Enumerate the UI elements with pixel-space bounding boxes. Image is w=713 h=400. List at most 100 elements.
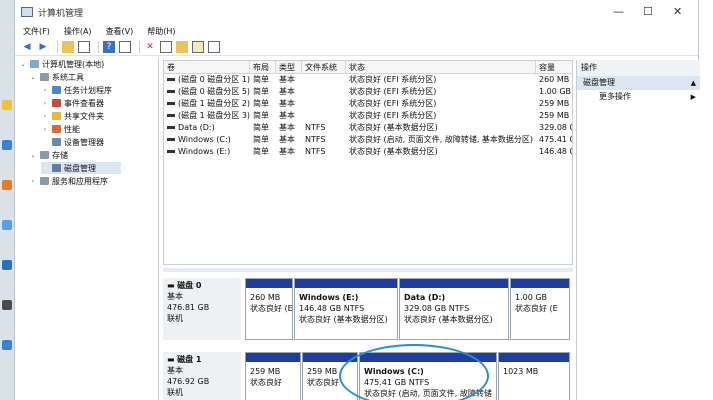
highlight-annotation <box>339 344 489 400</box>
table-row[interactable]: (磁盘 0 磁盘分区 5) 简单 基本 状态良好 (EFI 系统分区) 1.00… <box>164 86 572 98</box>
cell-layout: 简单 <box>253 111 269 120</box>
twisty-icon[interactable]: › <box>29 178 37 185</box>
volume-icon <box>167 114 175 117</box>
cell-status: 状态良好 (EFI 系统分区) <box>349 99 437 108</box>
delete-icon[interactable]: ✕ <box>144 41 156 53</box>
table-row[interactable]: Windows (E:) 简单 基本 NTFS 状态良好 (基本数据分区) 14… <box>164 146 572 158</box>
cell-filesystem <box>302 74 346 86</box>
toolbar: ◀ ▶ ? ✕ <box>15 38 698 56</box>
forward-arrow-icon[interactable]: ▶ <box>37 41 49 53</box>
table-row[interactable]: (磁盘 1 磁盘分区 3) 简单 基本 状态良好 (EFI 系统分区) 259 … <box>164 110 572 122</box>
properties-icon[interactable] <box>119 40 131 53</box>
submenu-arrow-icon: ▶ <box>690 93 696 101</box>
partition[interactable]: 260 MB 状态良好 (EFI <box>245 278 293 340</box>
partition[interactable]: Data (D:) 329.08 GB NTFS 状态良好 (基本数据分区) <box>399 278 509 340</box>
cell-capacity: 259 MB <box>539 99 570 108</box>
twisty-icon[interactable]: ⌄ <box>19 61 27 68</box>
up-folder-icon[interactable] <box>62 40 74 53</box>
network-icon[interactable] <box>2 340 12 350</box>
twisty-icon[interactable]: ⌄ <box>29 152 37 159</box>
help-icon[interactable]: ? <box>103 40 115 53</box>
tree-item-computer-management[interactable]: ⌄ 计算机管理(本地) <box>19 58 104 70</box>
partition-status: 状态良好 (EFI <box>250 304 292 313</box>
shared-folder-icon <box>52 112 61 120</box>
tree-item-label: 性能 <box>64 124 80 134</box>
cell-filesystem <box>302 98 346 110</box>
menu-view[interactable]: 查看(V) <box>106 26 134 37</box>
open-folder-icon[interactable] <box>176 40 188 53</box>
disk-management-icon <box>52 164 61 172</box>
tree-item-task-scheduler[interactable]: › 任务计划程序 <box>41 84 112 96</box>
column-type[interactable]: 类型 <box>276 61 302 74</box>
column-status[interactable]: 状态 <box>346 61 536 74</box>
title-bar: 计算机管理 — ☐ ✕ <box>15 0 698 24</box>
folder-icon[interactable] <box>2 140 12 150</box>
partition-status: 状态良好 (基本数据分区) <box>404 315 493 324</box>
disk-icon: ▬ <box>167 355 178 364</box>
tree-item-system-tools[interactable]: ⌄ 系统工具 <box>29 71 84 83</box>
event-viewer-icon <box>52 99 61 107</box>
tree-item-disk-management[interactable]: 磁盘管理 <box>41 162 121 174</box>
app-icon[interactable] <box>2 180 12 190</box>
column-capacity[interactable]: 容量 <box>536 61 572 74</box>
back-arrow-icon[interactable]: ◀ <box>21 41 33 53</box>
cell-volume: Data (D:) <box>178 123 215 132</box>
volume-list: 卷 布局 类型 文件系统 状态 容量 (磁盘 0 磁盘分区 1) 简单 基本 状… <box>163 60 573 265</box>
table-row[interactable]: Data (D:) 简单 基本 NTFS 状态良好 (基本数据分区) 329.0… <box>164 122 572 134</box>
table-row[interactable]: (磁盘 1 磁盘分区 2) 简单 基本 状态良好 (EFI 系统分区) 259 … <box>164 98 572 110</box>
computer-management-window: 计算机管理 — ☐ ✕ 文件(F) 操作(A) 查看(V) 帮助(H) ◀ ▶ … <box>14 0 700 400</box>
more-actions-item[interactable]: 更多操作 ▶ <box>577 90 700 104</box>
twisty-icon[interactable]: › <box>41 126 49 133</box>
cloud-icon[interactable] <box>2 220 12 230</box>
table-row[interactable]: Windows (C:) 简单 基本 NTFS 状态良好 (启动, 页面文件, … <box>164 134 572 146</box>
partition[interactable]: 1.00 GB 状态良好 (E <box>510 278 570 340</box>
document-icon[interactable] <box>192 40 204 53</box>
cell-status: 状态良好 (基本数据分区) <box>349 147 438 156</box>
checklist-icon[interactable] <box>160 40 172 53</box>
view-icon[interactable] <box>208 40 220 53</box>
cell-filesystem <box>302 86 346 98</box>
star-icon[interactable] <box>2 100 12 110</box>
twisty-icon[interactable]: › <box>41 100 49 107</box>
twisty-icon[interactable]: › <box>41 113 49 120</box>
column-filesystem[interactable]: 文件系统 <box>302 61 346 74</box>
cell-type: 基本 <box>279 99 295 108</box>
actions-section-disk-management[interactable]: 磁盘管理 ▲ <box>577 76 700 90</box>
partition-bar <box>400 279 508 288</box>
desktop-strip <box>0 0 14 400</box>
disk-0[interactable]: ▬ 磁盘 0 基本 476.81 GB 联机 260 MB 状态良好 (EFI … <box>163 278 573 344</box>
maximize-button[interactable]: ☐ <box>643 5 653 18</box>
cloud-icon[interactable] <box>2 260 12 270</box>
column-volume[interactable]: 卷 <box>164 61 250 74</box>
partition-bar <box>499 353 569 362</box>
collapse-arrow-icon[interactable]: ▲ <box>691 76 696 90</box>
column-layout[interactable]: 布局 <box>250 61 276 74</box>
tree-item-performance[interactable]: › 性能 <box>41 123 80 135</box>
partition[interactable]: 1023 MB <box>498 352 570 400</box>
cell-volume: (磁盘 0 磁盘分区 1) <box>178 75 250 84</box>
twisty-icon[interactable]: › <box>41 87 49 94</box>
cell-volume: Windows (E:) <box>178 147 231 156</box>
partition[interactable]: 259 MB 状态良好 <box>245 352 301 400</box>
menu-action[interactable]: 操作(A) <box>64 26 92 37</box>
show-hide-tree-icon[interactable] <box>78 40 90 53</box>
menu-help[interactable]: 帮助(H) <box>147 26 175 37</box>
minimize-button[interactable]: — <box>613 5 624 18</box>
cell-capacity: 475.41 GB <box>539 135 572 144</box>
monitor-icon[interactable] <box>2 300 12 310</box>
twisty-icon[interactable]: ⌄ <box>29 74 37 81</box>
close-button[interactable]: ✕ <box>673 5 682 18</box>
cell-layout: 简单 <box>253 87 269 96</box>
menu-file[interactable]: 文件(F) <box>23 26 50 37</box>
partition[interactable]: Windows (E:) 146.48 GB NTFS 状态良好 (基本数据分区… <box>294 278 398 340</box>
disk-size: 476.92 GB <box>167 377 210 386</box>
tree-item-event-viewer[interactable]: › 事件查看器 <box>41 97 104 109</box>
tree-item-storage[interactable]: ⌄ 存储 <box>29 149 68 161</box>
tree-item-services-apps[interactable]: › 服务和应用程序 <box>29 175 108 187</box>
table-row[interactable]: (磁盘 0 磁盘分区 1) 简单 基本 状态良好 (EFI 系统分区) 260 … <box>164 74 572 86</box>
actions-header: 操作 <box>577 60 700 76</box>
tree-item-shared-folders[interactable]: › 共享文件夹 <box>41 110 104 122</box>
partition-size: 259 MB <box>250 367 281 376</box>
tree-item-device-manager[interactable]: 设备管理器 <box>41 136 104 148</box>
disk-size: 476.81 GB <box>167 303 210 312</box>
